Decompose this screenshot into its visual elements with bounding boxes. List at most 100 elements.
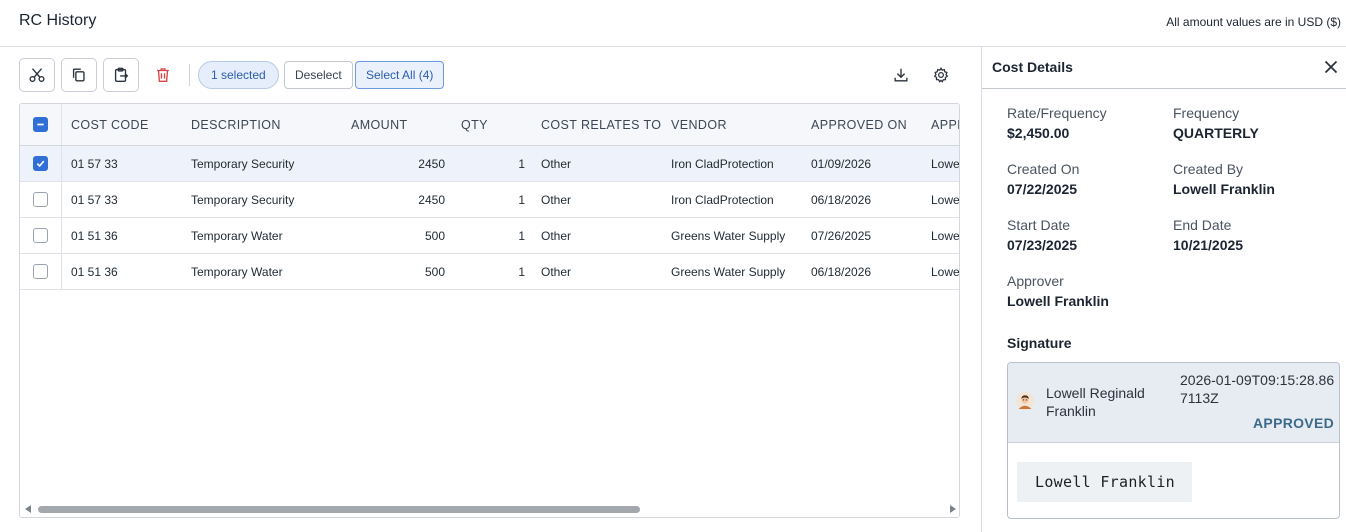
rc-history-grid: COST CODE DESCRIPTION AMOUNT QTY COST RE… bbox=[19, 103, 960, 518]
frequency-field: Frequency QUARTERLY bbox=[1173, 104, 1333, 144]
currency-note: All amount values are in USD ($) bbox=[1166, 15, 1341, 29]
created-by-label: Created By bbox=[1173, 161, 1244, 177]
table-row[interactable]: 01 57 33 Temporary Security 2450 1 Other… bbox=[20, 146, 960, 182]
status-badge: APPROVED bbox=[1253, 415, 1334, 431]
row-checkbox[interactable] bbox=[33, 156, 48, 171]
download-button[interactable] bbox=[890, 64, 912, 86]
scissors-icon bbox=[28, 66, 46, 84]
row-checkbox[interactable] bbox=[33, 192, 48, 207]
cost-relates-to-cell: Other bbox=[541, 156, 572, 171]
qty-cell: 1 bbox=[518, 264, 525, 279]
copy-button[interactable] bbox=[61, 58, 97, 92]
approved-on-cell: 06/18/2026 bbox=[811, 192, 872, 207]
scroll-left-arrow-icon[interactable] bbox=[25, 505, 31, 513]
amount-cell: 2450 bbox=[418, 156, 445, 171]
deselect-button[interactable]: Deselect bbox=[284, 61, 353, 89]
column-header-amount[interactable]: AMOUNT bbox=[351, 104, 451, 145]
table-row[interactable]: 01 51 36 Temporary Water 500 1 Other Gre… bbox=[20, 254, 960, 290]
signature-heading: Signature bbox=[1007, 335, 1072, 351]
cost-code-cell: 01 51 36 bbox=[71, 228, 118, 243]
paste-icon bbox=[112, 66, 130, 84]
column-header-vendor[interactable]: VENDOR bbox=[671, 104, 801, 145]
settings-button[interactable] bbox=[930, 64, 952, 86]
created-by-field: Created By Lowell Franklin bbox=[1173, 160, 1333, 200]
start-date-label: Start Date bbox=[1007, 217, 1071, 233]
description-cell: Temporary Security bbox=[191, 156, 295, 171]
close-icon bbox=[1323, 59, 1339, 75]
amount-cell: 500 bbox=[424, 228, 445, 243]
created-on-label: Created On bbox=[1007, 161, 1080, 177]
cost-details-panel: Cost Details Rate/Frequency $2,450.00 Fr… bbox=[981, 47, 1346, 532]
signed-name: Lowell Franklin bbox=[1035, 473, 1175, 491]
row-checkbox-cell bbox=[20, 182, 62, 217]
column-header-approved-on[interactable]: APPROVED ON bbox=[811, 104, 921, 145]
approver-cell: Lowe bbox=[931, 192, 960, 207]
signer-name: Lowell Reginald Franklin bbox=[1046, 385, 1145, 419]
cost-relates-to-cell: Other bbox=[541, 228, 572, 243]
created-on-value: 07/22/2025 bbox=[1007, 181, 1078, 197]
column-header-qty[interactable]: QTY bbox=[461, 104, 531, 145]
grid-header-row: COST CODE DESCRIPTION AMOUNT QTY COST RE… bbox=[20, 104, 959, 146]
rate-frequency-value: $2,450.00 bbox=[1007, 125, 1070, 141]
qty-cell: 1 bbox=[518, 192, 525, 207]
scroll-right-arrow-icon[interactable] bbox=[950, 505, 956, 513]
column-header-cost-relates-to[interactable]: COST RELATES TO bbox=[541, 104, 666, 145]
history-pane: 1 selected Deselect Select All (4) COST … bbox=[0, 47, 981, 532]
approver-field: Approver Lowell Franklin bbox=[1007, 272, 1167, 312]
close-button[interactable] bbox=[1321, 57, 1341, 77]
signature-drawing: Lowell Franklin bbox=[1035, 473, 1175, 491]
cost-relates-to-cell: Other bbox=[541, 264, 572, 279]
table-row[interactable]: 01 51 36 Temporary Water 500 1 Other Gre… bbox=[20, 218, 960, 254]
cost-code-cell: 01 51 36 bbox=[71, 264, 118, 279]
avatar-icon bbox=[1016, 392, 1034, 410]
approver-cell: Lowe bbox=[931, 228, 960, 243]
description-cell: Temporary Security bbox=[191, 192, 295, 207]
page-header: RC History All amount values are in USD … bbox=[0, 0, 1346, 47]
download-icon bbox=[892, 66, 910, 84]
panel-header: Cost Details bbox=[982, 47, 1346, 89]
row-checkbox[interactable] bbox=[33, 264, 48, 279]
cost-code-cell: 01 57 33 bbox=[71, 192, 118, 207]
rate-frequency-label: Rate/Frequency bbox=[1007, 105, 1107, 121]
signature-timestamp: 2026-01-09T09:15:28.867113Z bbox=[1180, 372, 1335, 406]
frequency-value: QUARTERLY bbox=[1173, 125, 1259, 141]
column-header-cost-code[interactable]: COST CODE bbox=[71, 104, 181, 145]
amount-cell: 500 bbox=[424, 264, 445, 279]
description-cell: Temporary Water bbox=[191, 228, 283, 243]
row-checkbox-cell bbox=[20, 218, 62, 253]
approver-cell: Lowe bbox=[931, 156, 960, 171]
toolbar-divider bbox=[189, 64, 190, 86]
rate-frequency-field: Rate/Frequency $2,450.00 bbox=[1007, 104, 1167, 144]
selection-count-badge: 1 selected bbox=[198, 61, 279, 89]
approver-cell: Lowe bbox=[931, 264, 960, 279]
start-date-field: Start Date 07/23/2025 bbox=[1007, 216, 1167, 256]
select-all-checkbox[interactable] bbox=[33, 117, 48, 132]
panel-title: Cost Details bbox=[992, 59, 1073, 75]
column-header-description[interactable]: DESCRIPTION bbox=[191, 104, 341, 145]
signature-card: Lowell Reginald Franklin 2026-01-09T09:1… bbox=[1007, 362, 1340, 519]
gear-icon bbox=[932, 66, 950, 84]
qty-cell: 1 bbox=[518, 228, 525, 243]
scrollbar-thumb[interactable] bbox=[38, 506, 640, 513]
qty-cell: 1 bbox=[518, 156, 525, 171]
delete-button[interactable] bbox=[152, 64, 174, 86]
cut-button[interactable] bbox=[19, 58, 55, 92]
approved-on-cell: 06/18/2026 bbox=[811, 264, 872, 279]
paste-button[interactable] bbox=[103, 58, 139, 92]
header-checkbox-cell bbox=[20, 104, 62, 145]
select-all-button[interactable]: Select All (4) bbox=[355, 61, 445, 89]
horizontal-scrollbar[interactable] bbox=[20, 501, 959, 517]
trash-icon bbox=[154, 66, 172, 84]
row-checkbox[interactable] bbox=[33, 228, 48, 243]
column-header-approver[interactable]: APPR bbox=[931, 104, 959, 145]
vendor-cell: Iron CladProtection bbox=[671, 192, 774, 207]
approver-label: Approver bbox=[1007, 273, 1064, 289]
frequency-label: Frequency bbox=[1173, 105, 1240, 121]
end-date-label: End Date bbox=[1173, 217, 1232, 233]
signature-image: Lowell Franklin bbox=[1017, 462, 1192, 502]
end-date-field: End Date 10/21/2025 bbox=[1173, 216, 1333, 256]
created-by-value: Lowell Franklin bbox=[1173, 181, 1275, 197]
vendor-cell: Greens Water Supply bbox=[671, 228, 786, 243]
table-row[interactable]: 01 57 33 Temporary Security 2450 1 Other… bbox=[20, 182, 960, 218]
approved-on-cell: 01/09/2026 bbox=[811, 156, 872, 171]
